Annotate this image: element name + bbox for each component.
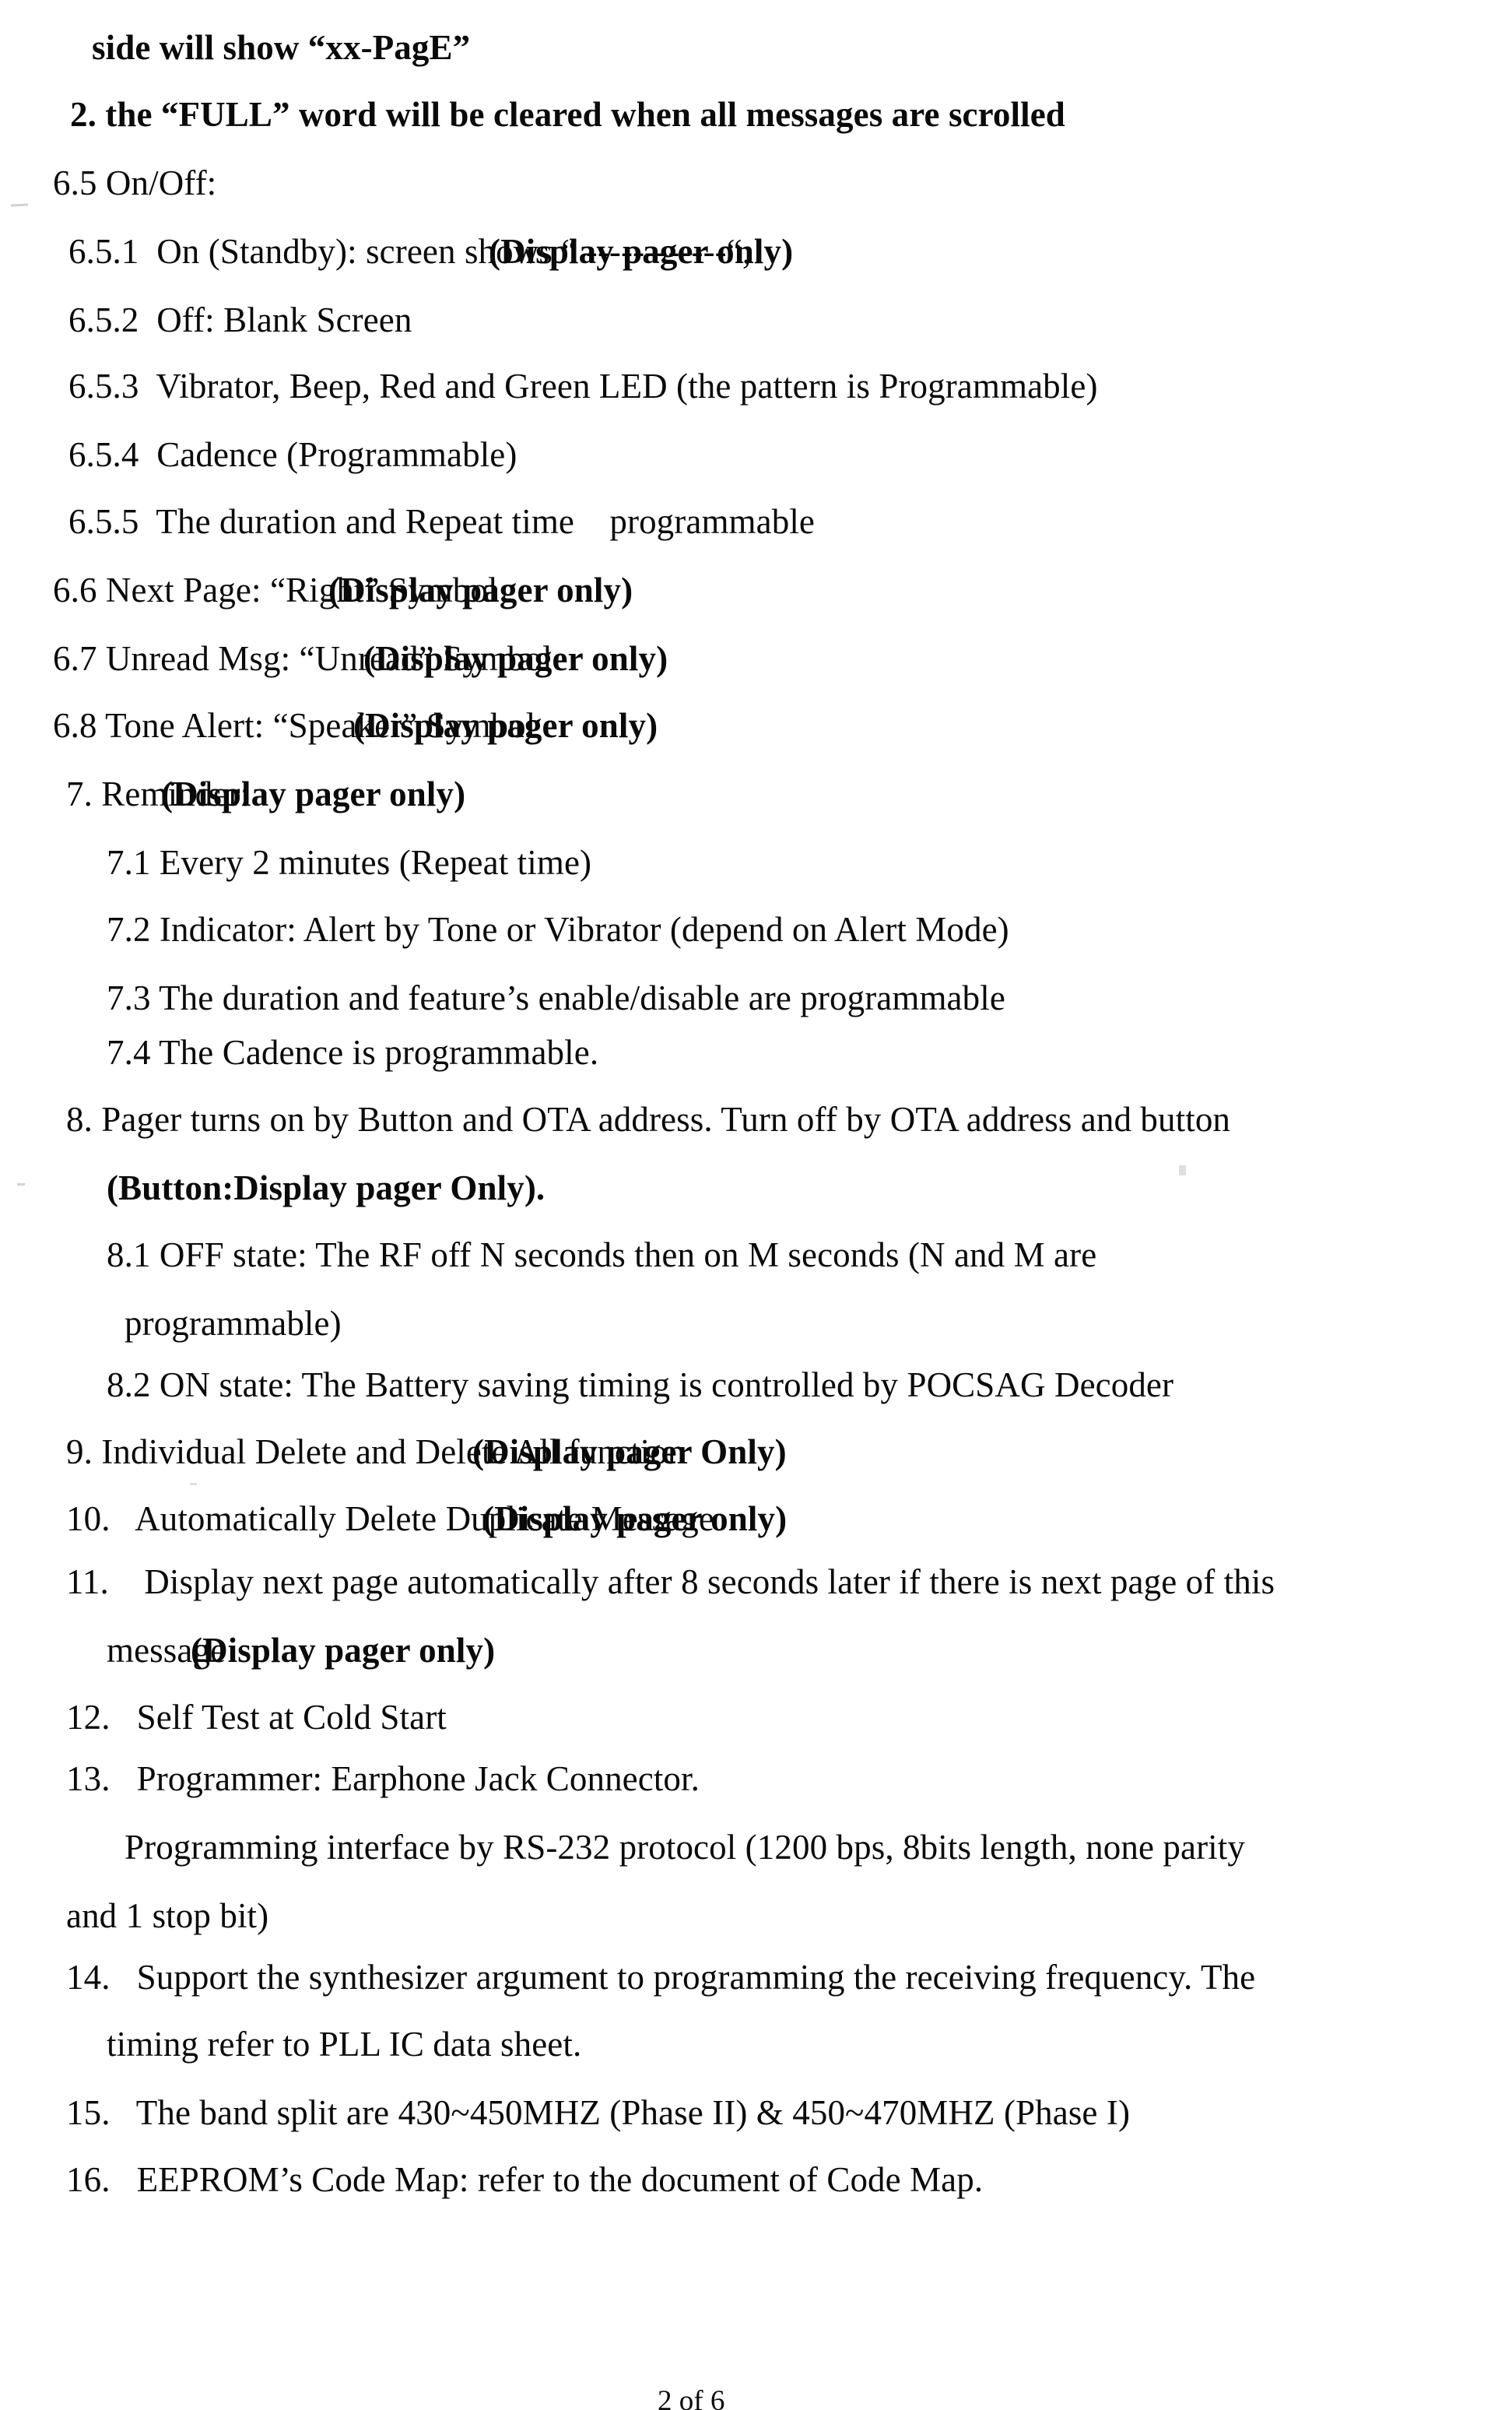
page-footer: 2 of 6 R&D Department, Unication Co., Lt… xyxy=(0,2351,1512,2410)
document-line: 7.2 Indicator: Alert by Tone or Vibrator… xyxy=(107,909,1009,949)
document-line: 6.5.4 Cadence (Programmable) xyxy=(68,435,517,475)
document-line: 14. Support the synthesizer argument to … xyxy=(66,1958,1256,1997)
document-line: timing refer to PLL IC data sheet. xyxy=(107,2025,582,2064)
document-line: 6.5.2 Off: Blank Screen xyxy=(68,300,412,339)
document-line: (Display pager only) xyxy=(191,1631,496,1670)
document-line: side will show “xx-PagE” xyxy=(92,27,471,67)
document-line: 7.3 The duration and feature’s enable/di… xyxy=(107,978,1005,1017)
scan-artifact-speck xyxy=(17,1183,25,1186)
document-line: (Display pager only) xyxy=(363,639,668,679)
document-line: 15. The band split are 430~450MHZ (Phase… xyxy=(66,2093,1131,2132)
document-line: 8.2 ON state: The Battery saving timing … xyxy=(107,1365,1174,1404)
document-line: (Button:Display pager Only). xyxy=(107,1168,546,1207)
document-line: (Display pager only) xyxy=(489,231,794,271)
document-page: side will show “xx-PagE” 2. the “FULL” wo… xyxy=(0,0,1512,2410)
document-line: (Display pager only) xyxy=(328,571,633,610)
document-line: 13. Programmer: Earphone Jack Connector. xyxy=(66,1759,700,1798)
document-line: (Display pager only) xyxy=(353,706,658,745)
document-line: Programming interface by RS-232 protocol… xyxy=(125,1828,1245,1867)
document-line: 8. Pager turns on by Button and OTA addr… xyxy=(66,1100,1231,1139)
document-line: programmable) xyxy=(125,1303,342,1343)
document-line: 16. EEPROM’s Code Map: refer to the docu… xyxy=(66,2159,984,2199)
scan-artifact-speck xyxy=(190,1483,197,1485)
document-line: and 1 stop bit) xyxy=(66,1896,269,1935)
document-line: 7.4 The Cadence is programmable. xyxy=(107,1033,599,1073)
scan-artifact-speck xyxy=(1179,1165,1186,1175)
document-line: 6.5.3 Vibrator, Beep, Red and Green LED … xyxy=(68,367,1098,406)
document-line: 11. Display next page automatically afte… xyxy=(66,1562,1275,1601)
scan-artifact-speck xyxy=(10,203,29,207)
document-line: 6.5 On/Off: xyxy=(53,163,217,202)
document-line: 7.1 Every 2 minutes (Repeat time) xyxy=(107,843,592,882)
document-line: 8.1 OFF state: The RF off N seconds then… xyxy=(107,1235,1097,1274)
document-line: (Display pager only) xyxy=(482,1498,788,1538)
document-line: (Display pager only) xyxy=(161,775,466,813)
footer-page-number: 2 of 6 xyxy=(658,2385,725,2410)
document-line: 2. the “FULL” word will be cleared when … xyxy=(70,94,1065,134)
document-line: (Display pager Only) xyxy=(472,1432,787,1471)
document-line: 12. Self Test at Cold Start xyxy=(66,1697,447,1737)
document-line: 6.5.5 The duration and Repeat time progr… xyxy=(68,502,815,542)
